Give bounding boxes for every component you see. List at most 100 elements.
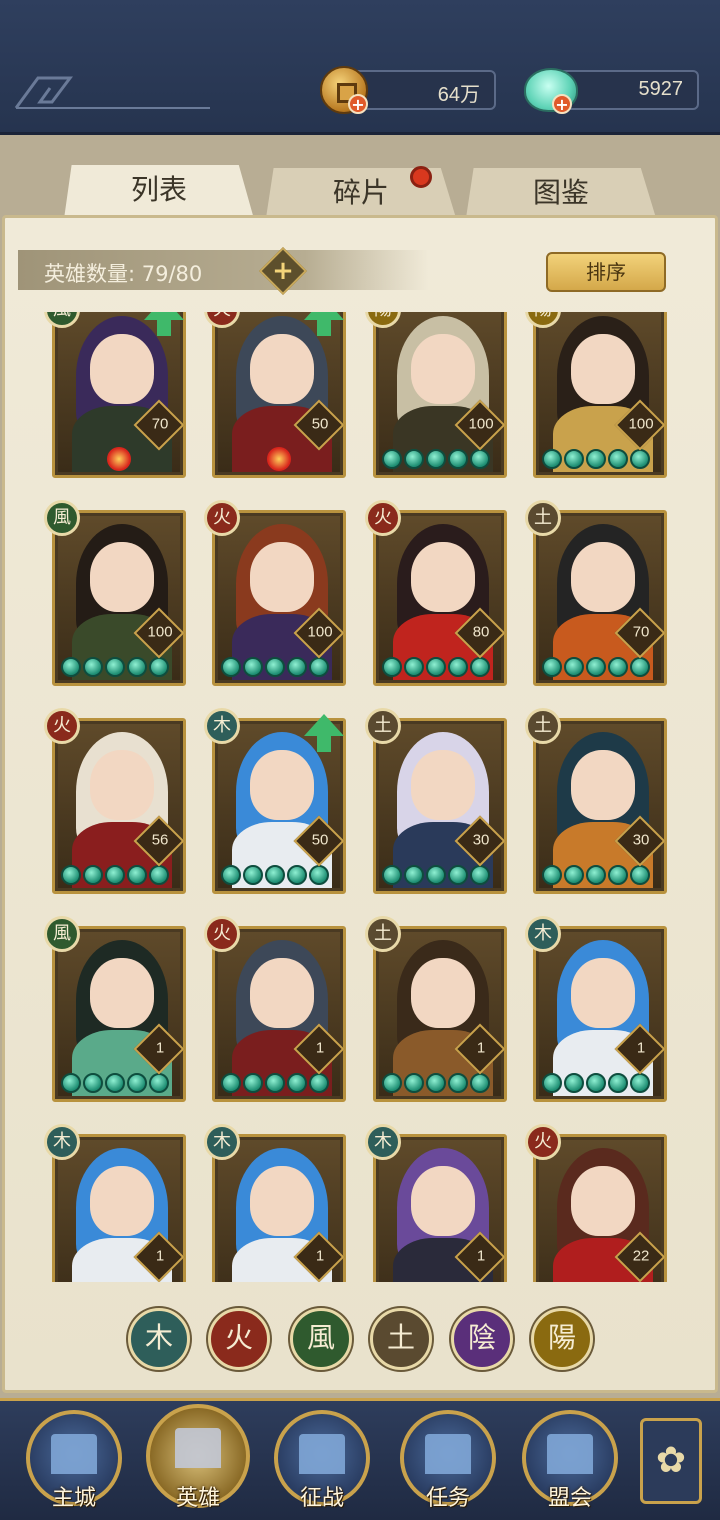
- jade-orb-icon: [608, 449, 628, 469]
- jade-orb-icon: [83, 1073, 103, 1093]
- jade-orb-icon: [426, 865, 446, 885]
- star-orbs: [61, 1073, 169, 1093]
- hero-face: [250, 958, 314, 1028]
- jade-orb-icon: [309, 1073, 329, 1093]
- upgrade-arrow-icon: [304, 714, 344, 752]
- hero-grid: 70風50火100陽100陽100風100火80火70土56火50木30土30土…: [0, 312, 720, 1282]
- jade-orb-icon: [608, 865, 628, 885]
- jade-orb-icon: [542, 449, 562, 469]
- flower-menu-icon[interactable]: ✿: [640, 1418, 702, 1504]
- hero-face: [571, 750, 635, 820]
- filter-earth-icon[interactable]: 土: [370, 1308, 432, 1370]
- level-value: 100: [628, 415, 654, 433]
- sort-button[interactable]: 排序: [546, 252, 666, 292]
- hero-face: [571, 334, 635, 404]
- jade-orb-icon: [404, 657, 424, 677]
- filter-wood-icon[interactable]: 木: [128, 1308, 190, 1370]
- jade-orb-icon: [61, 657, 81, 677]
- hero-card[interactable]: 80: [373, 510, 507, 686]
- filter-wind-icon[interactable]: 風: [290, 1308, 352, 1370]
- notification-dot: [410, 166, 432, 188]
- jade-orb-icon: [83, 657, 103, 677]
- hero-card[interactable]: 56: [52, 718, 186, 894]
- jade-orb-icon: [404, 865, 424, 885]
- hero-card[interactable]: 100: [533, 312, 667, 478]
- hero-card[interactable]: 1: [212, 926, 346, 1102]
- hero-card[interactable]: 100: [52, 510, 186, 686]
- add-jade-button[interactable]: +: [552, 94, 572, 114]
- tab-list[interactable]: 列表: [64, 165, 254, 219]
- level-value: 100: [307, 623, 333, 641]
- hero-card[interactable]: 70: [52, 312, 186, 478]
- jade-orb-icon: [470, 865, 490, 885]
- jade-orb-icon: [448, 865, 468, 885]
- top-bar: 64万 + 5927 +: [0, 0, 720, 135]
- hero-card[interactable]: 1: [52, 926, 186, 1102]
- hero-card[interactable]: 70: [533, 510, 667, 686]
- hero-card[interactable]: 100: [373, 312, 507, 478]
- star-orbs: [221, 657, 329, 677]
- nav-label: 主城: [51, 1486, 96, 1511]
- wood-element-icon: 木: [525, 916, 561, 952]
- tab-codex[interactable]: 图鉴: [466, 168, 656, 218]
- jade-orb-icon: [287, 1073, 307, 1093]
- jade-orb-icon: [221, 657, 241, 677]
- star-orbs: [221, 1073, 329, 1093]
- jade-orb-icon: [404, 1073, 424, 1093]
- filter-yang-icon[interactable]: 陽: [531, 1308, 593, 1370]
- hero-card[interactable]: 1: [373, 926, 507, 1102]
- jade-orb-icon: [243, 1073, 263, 1093]
- jade-orb-icon: [630, 657, 650, 677]
- hero-face: [90, 542, 154, 612]
- jade-orb-icon: [221, 1073, 241, 1093]
- city-gate-icon: [51, 1434, 97, 1474]
- level-value: 1: [155, 1247, 165, 1265]
- hero-face: [250, 750, 314, 820]
- jade-orb-icon: [564, 865, 584, 885]
- filter-fire-icon[interactable]: 火: [208, 1308, 270, 1370]
- star-orbs: [61, 657, 169, 677]
- hero-card[interactable]: 30: [373, 718, 507, 894]
- hero-face: [90, 958, 154, 1028]
- hero-face: [571, 542, 635, 612]
- jade-orb-icon: [426, 657, 446, 677]
- hero-card[interactable]: 1: [533, 926, 667, 1102]
- filter-yin-icon[interactable]: 陰: [451, 1308, 513, 1370]
- jade-orb-icon: [105, 1073, 125, 1093]
- level-value: 100: [147, 623, 173, 641]
- star-orbs: [542, 449, 650, 469]
- nav-label: 征战: [299, 1486, 344, 1511]
- jade-orb-icon: [426, 449, 446, 469]
- hero-portrait: [539, 312, 661, 472]
- jade-orb-icon: [149, 865, 169, 885]
- jade-orb-icon: [404, 449, 424, 469]
- jade-orb-icon: [630, 449, 650, 469]
- hero-count: 英雄数量: 79/80: [44, 262, 203, 286]
- pavilion-icon: [547, 1434, 593, 1474]
- jade-orb-icon: [149, 1073, 169, 1093]
- jade-orb-icon: [265, 657, 285, 677]
- jade-orb-icon: [542, 865, 562, 885]
- hero-face: [250, 542, 314, 612]
- jade-orb-icon: [470, 657, 490, 677]
- hero-card[interactable]: 30: [533, 718, 667, 894]
- jade-orb-icon: [61, 865, 81, 885]
- coin-value: 64万: [437, 84, 480, 106]
- hero-card[interactable]: 100: [212, 510, 346, 686]
- wood-element-icon: 木: [44, 1124, 80, 1160]
- hero-face: [411, 958, 475, 1028]
- level-value: 100: [468, 415, 494, 433]
- jade-orb-icon: [448, 1073, 468, 1093]
- jade-orb-icon: [309, 865, 329, 885]
- wood-element-icon: 木: [204, 708, 240, 744]
- level-value: 1: [476, 1247, 486, 1265]
- earth-element-icon: 土: [525, 708, 561, 744]
- level-value: 1: [476, 1039, 486, 1057]
- add-coins-button[interactable]: +: [348, 94, 368, 114]
- hero-face: [571, 958, 635, 1028]
- jade-orb-icon: [470, 1073, 490, 1093]
- star-orbs: [382, 657, 490, 677]
- hero-card[interactable]: 50: [212, 312, 346, 478]
- star-orbs: [382, 1073, 490, 1093]
- jade-orb-icon: [221, 865, 241, 885]
